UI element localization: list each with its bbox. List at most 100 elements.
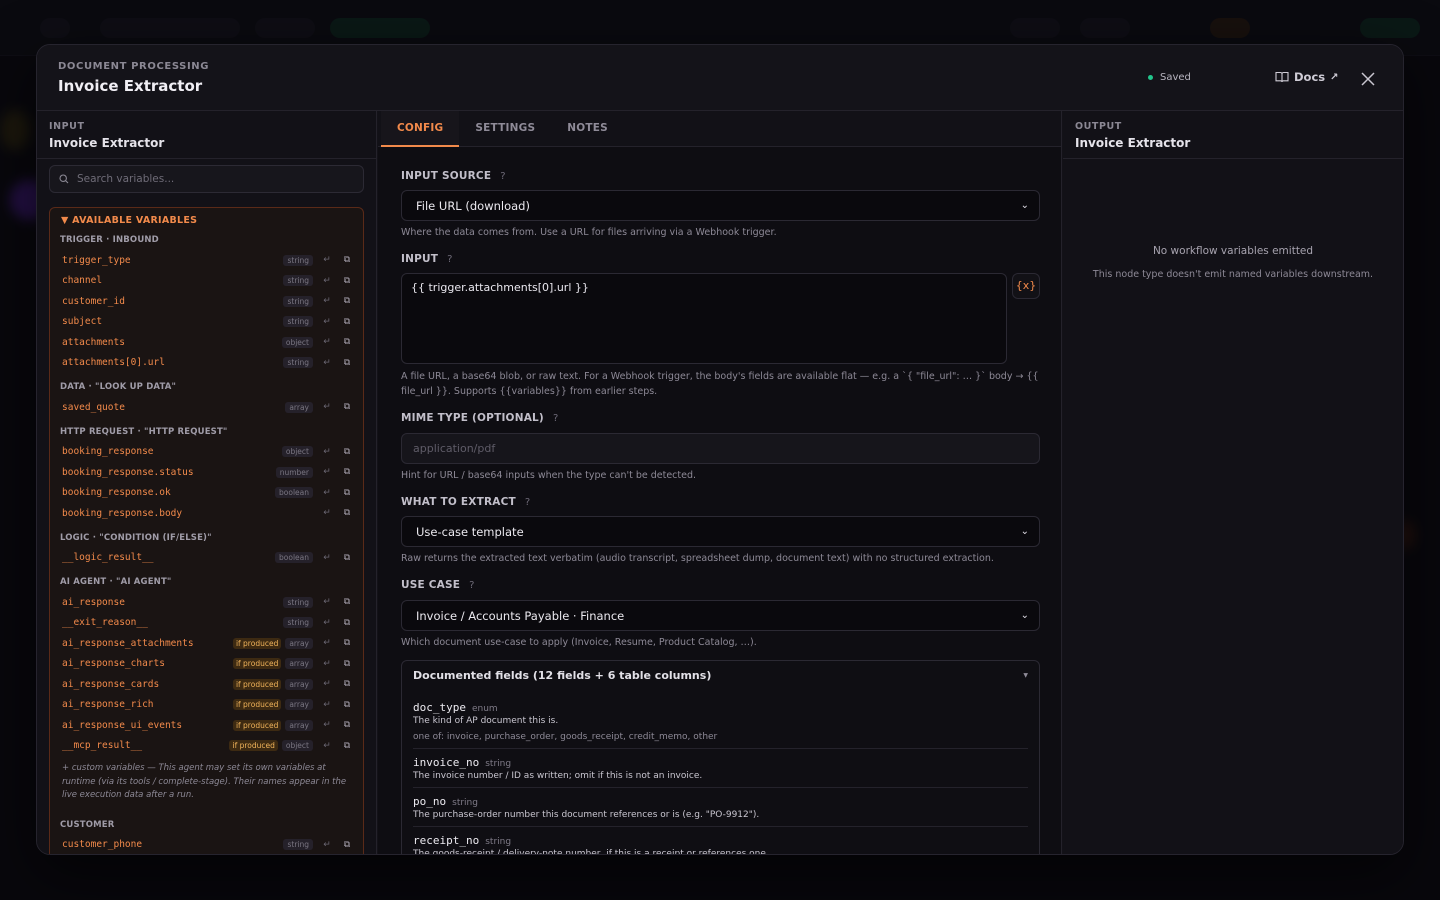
- copy-icon[interactable]: ⧉: [339, 508, 355, 518]
- insert-icon[interactable]: ↵: [319, 402, 335, 412]
- variable-row[interactable]: saved_quote array ↵ ⧉: [50, 397, 363, 418]
- variable-row[interactable]: attachments object ↵ ⧉: [50, 332, 363, 353]
- variable-row[interactable]: __mcp_result__ if produced object ↵ ⧉: [50, 736, 363, 757]
- mime-type-field[interactable]: [401, 433, 1040, 464]
- variable-name[interactable]: __logic_result__: [62, 552, 275, 563]
- help-icon[interactable]: ?: [553, 413, 559, 424]
- variable-row[interactable]: attachments[0].url string ↵ ⧉: [50, 353, 363, 374]
- insert-icon[interactable]: ↵: [319, 447, 335, 457]
- docs-link[interactable]: Docs ↗: [1275, 70, 1339, 84]
- copy-icon[interactable]: ⧉: [339, 720, 355, 730]
- copy-icon[interactable]: ⧉: [339, 255, 355, 265]
- variable-row[interactable]: booking_response.ok boolean ↵ ⧉: [50, 483, 363, 504]
- insert-icon[interactable]: ↵: [319, 659, 335, 669]
- variable-row[interactable]: ai_response_ui_events if produced array ↵ ⧉: [50, 715, 363, 736]
- insert-icon[interactable]: ↵: [319, 296, 335, 306]
- copy-icon[interactable]: ⧉: [339, 618, 355, 628]
- help-icon[interactable]: ?: [525, 497, 531, 508]
- insert-icon[interactable]: ↵: [319, 553, 335, 563]
- variable-name[interactable]: ai_response_ui_events: [62, 720, 233, 731]
- insert-icon[interactable]: ↵: [319, 700, 335, 710]
- copy-icon[interactable]: ⧉: [339, 276, 355, 286]
- help-icon[interactable]: ?: [447, 254, 453, 265]
- copy-icon[interactable]: ⧉: [339, 467, 355, 477]
- tab-settings[interactable]: SETTINGS: [459, 111, 551, 147]
- variable-name[interactable]: subject: [62, 316, 283, 327]
- insert-icon[interactable]: ↵: [319, 618, 335, 628]
- variable-name[interactable]: customer_phone: [62, 839, 283, 850]
- copy-icon[interactable]: ⧉: [339, 638, 355, 648]
- insert-icon[interactable]: ↵: [319, 638, 335, 648]
- variable-row[interactable]: booking_response object ↵ ⧉: [50, 442, 363, 463]
- input-source-select[interactable]: File URL (download) ⌄: [401, 190, 1040, 221]
- variable-name[interactable]: ai_response: [62, 597, 283, 608]
- insert-icon[interactable]: ↵: [319, 317, 335, 327]
- insert-icon[interactable]: ↵: [319, 467, 335, 477]
- help-icon[interactable]: ?: [500, 171, 506, 182]
- variable-row[interactable]: trigger_type string ↵ ⧉: [50, 250, 363, 271]
- close-icon[interactable]: [1357, 68, 1379, 90]
- insert-variable-button[interactable]: {x}: [1012, 273, 1040, 299]
- insert-icon[interactable]: ↵: [319, 255, 335, 265]
- insert-icon[interactable]: ↵: [319, 597, 335, 607]
- variable-row[interactable]: ai_response_attachments if produced array ↵…: [50, 633, 363, 654]
- variable-row[interactable]: ai_response_cards if produced array ↵ ⧉: [50, 674, 363, 695]
- variable-name[interactable]: booking_response.ok: [62, 487, 275, 498]
- variable-name[interactable]: ai_response_cards: [62, 679, 233, 690]
- variable-name[interactable]: ai_response_rich: [62, 699, 233, 710]
- variable-row[interactable]: ai_response_charts if produced array ↵ ⧉: [50, 654, 363, 675]
- insert-icon[interactable]: ↵: [319, 679, 335, 689]
- variable-row[interactable]: subject string ↵ ⧉: [50, 312, 363, 333]
- variable-name[interactable]: attachments[0].url: [62, 357, 283, 368]
- insert-icon[interactable]: ↵: [319, 741, 335, 751]
- copy-icon[interactable]: ⧉: [339, 741, 355, 751]
- copy-icon[interactable]: ⧉: [339, 402, 355, 412]
- copy-icon[interactable]: ⧉: [339, 659, 355, 669]
- variable-name[interactable]: channel: [62, 275, 283, 286]
- insert-icon[interactable]: ↵: [319, 840, 335, 850]
- copy-icon[interactable]: ⧉: [339, 597, 355, 607]
- variable-name[interactable]: booking_response.body: [62, 508, 313, 519]
- help-icon[interactable]: ?: [469, 580, 475, 591]
- variable-name[interactable]: booking_response.status: [62, 467, 276, 478]
- copy-icon[interactable]: ⧉: [339, 296, 355, 306]
- use-case-select[interactable]: Invoice / Accounts Payable · Finance ⌄: [401, 600, 1040, 631]
- variable-row[interactable]: __exit_reason__ string ↵ ⧉: [50, 613, 363, 634]
- copy-icon[interactable]: ⧉: [339, 447, 355, 457]
- variable-row[interactable]: customer_id string ↵ ⧉: [50, 291, 363, 312]
- input-textarea[interactable]: {{ trigger.attachments[0].url }}: [401, 273, 1007, 364]
- copy-icon[interactable]: ⧉: [339, 840, 355, 850]
- variable-row[interactable]: ai_response string ↵ ⧉: [50, 592, 363, 613]
- insert-icon[interactable]: ↵: [319, 276, 335, 286]
- variable-name[interactable]: attachments: [62, 337, 282, 348]
- variable-row[interactable]: __logic_result__ boolean ↵ ⧉: [50, 548, 363, 569]
- insert-icon[interactable]: ↵: [319, 358, 335, 368]
- tab-notes[interactable]: NOTES: [551, 111, 624, 147]
- available-variables-toggle[interactable]: ▼ AVAILABLE VARIABLES: [50, 208, 363, 230]
- copy-icon[interactable]: ⧉: [339, 358, 355, 368]
- copy-icon[interactable]: ⧉: [339, 317, 355, 327]
- variable-name[interactable]: __mcp_result__: [62, 740, 229, 751]
- variable-row[interactable]: booking_response.body ↵ ⧉: [50, 503, 363, 524]
- variable-name[interactable]: trigger_type: [62, 255, 283, 266]
- copy-icon[interactable]: ⧉: [339, 679, 355, 689]
- variable-name[interactable]: __exit_reason__: [62, 617, 283, 628]
- variable-row[interactable]: channel string ↵ ⧉: [50, 271, 363, 292]
- variable-name[interactable]: ai_response_charts: [62, 658, 233, 669]
- insert-icon[interactable]: ↵: [319, 720, 335, 730]
- insert-icon[interactable]: ↵: [319, 508, 335, 518]
- variable-name[interactable]: ai_response_attachments: [62, 638, 233, 649]
- variable-row[interactable]: customer_phone string ↵ ⧉: [50, 835, 363, 855]
- variable-search-input[interactable]: [77, 173, 347, 185]
- copy-icon[interactable]: ⧉: [339, 337, 355, 347]
- variable-name[interactable]: saved_quote: [62, 402, 285, 413]
- variable-name[interactable]: customer_id: [62, 296, 283, 307]
- copy-icon[interactable]: ⧉: [339, 553, 355, 563]
- extract-select[interactable]: Use-case template ⌄: [401, 516, 1040, 547]
- tab-config[interactable]: CONFIG: [381, 111, 460, 147]
- variable-row[interactable]: booking_response.status number ↵ ⧉: [50, 462, 363, 483]
- copy-icon[interactable]: ⧉: [339, 488, 355, 498]
- insert-icon[interactable]: ↵: [319, 488, 335, 498]
- variable-search[interactable]: [49, 165, 364, 193]
- copy-icon[interactable]: ⧉: [339, 700, 355, 710]
